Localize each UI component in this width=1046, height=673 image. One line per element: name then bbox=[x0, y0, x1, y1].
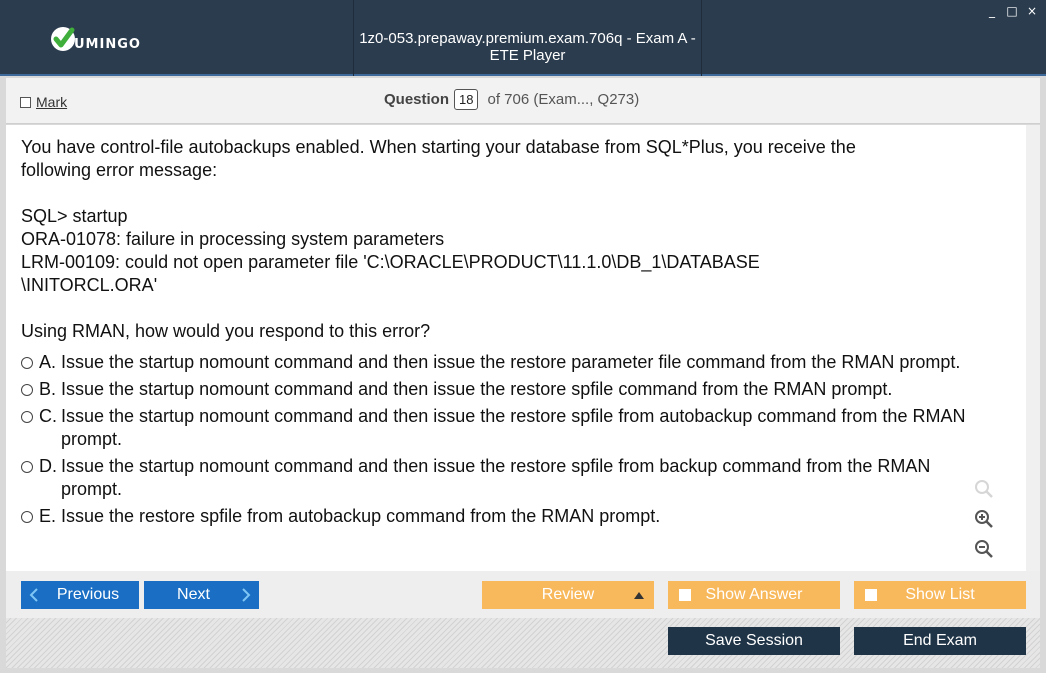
show-list-button[interactable]: Show List bbox=[854, 581, 1026, 609]
answer-option-a[interactable]: A. Issue the startup nomount command and… bbox=[21, 351, 1026, 374]
minimize-icon[interactable]: _ bbox=[986, 4, 998, 18]
maximize-icon[interactable]: □ bbox=[1006, 4, 1018, 18]
option-letter: E. bbox=[39, 506, 57, 526]
next-button[interactable]: Next bbox=[144, 581, 259, 609]
previous-label: Previous bbox=[56, 586, 120, 603]
question-total: of 706 (Exam..., Q273) bbox=[487, 91, 640, 108]
question-content: You have control-file autobackups enable… bbox=[6, 125, 1026, 571]
option-text: Issue the startup nomount command and th… bbox=[61, 379, 893, 399]
option-letter: A. bbox=[39, 352, 57, 372]
answer-option-d[interactable]: D. Issue the startup nomount command and… bbox=[21, 455, 1026, 501]
scrollbar[interactable] bbox=[1026, 125, 1040, 571]
window-title: 1z0-053.prepaway.premium.exam.706q - Exa… bbox=[359, 30, 696, 64]
option-text: Issue the startup nomount command and th… bbox=[61, 456, 931, 499]
zoom-tools bbox=[970, 476, 1000, 562]
next-label: Next bbox=[177, 586, 210, 603]
radio-button-icon[interactable] bbox=[21, 357, 33, 369]
window-controls: _ □ × bbox=[986, 4, 1038, 18]
code-line: SQL> startup bbox=[21, 206, 128, 226]
checkbox-icon[interactable] bbox=[20, 96, 31, 108]
radio-button-icon[interactable] bbox=[21, 511, 33, 523]
answer-options: A. Issue the startup nomount command and… bbox=[21, 351, 1026, 528]
option-letter: D. bbox=[39, 456, 57, 476]
title-separator bbox=[353, 0, 354, 76]
mark-label: Mark bbox=[36, 94, 68, 110]
mark-checkbox[interactable]: Mark bbox=[20, 94, 67, 110]
radio-button-icon[interactable] bbox=[21, 384, 33, 396]
question-text-line: You have control-file autobackups enable… bbox=[21, 137, 856, 157]
checkbox-icon[interactable] bbox=[865, 589, 877, 601]
checkbox-icon[interactable] bbox=[679, 589, 691, 601]
save-session-label: Save Session bbox=[705, 632, 803, 649]
title-separator bbox=[701, 0, 702, 76]
answer-option-e[interactable]: E. Issue the restore spfile from autobac… bbox=[21, 505, 1026, 528]
search-icon[interactable] bbox=[970, 476, 998, 502]
show-list-label: Show List bbox=[905, 586, 975, 603]
zoom-in-icon[interactable] bbox=[970, 506, 998, 532]
question-prompt: Using RMAN, how would you respond to thi… bbox=[21, 321, 431, 341]
option-letter: C. bbox=[39, 406, 57, 426]
option-letter: B. bbox=[39, 379, 57, 399]
review-button[interactable]: Review bbox=[482, 581, 654, 609]
end-exam-label: End Exam bbox=[903, 632, 977, 649]
question-label: Question bbox=[384, 91, 450, 108]
code-line: ORA-01078: failure in processing system … bbox=[21, 229, 445, 249]
footer-bar: Save Session End Exam bbox=[6, 618, 1040, 668]
show-answer-label: Show Answer bbox=[705, 586, 803, 603]
navigation-bar: Previous Next Review Show Answer Show Li… bbox=[6, 571, 1040, 618]
question-number-input[interactable]: 18 bbox=[454, 89, 479, 110]
chevron-right-icon bbox=[242, 588, 251, 602]
question-navigator: Question 18 of 706 (Exam..., Q273) bbox=[384, 89, 639, 110]
question-header: Mark Question 18 of 706 (Exam..., Q273) bbox=[6, 78, 1040, 124]
logo-text: UMINGO bbox=[74, 36, 141, 52]
close-icon[interactable]: × bbox=[1026, 4, 1038, 18]
save-session-button[interactable]: Save Session bbox=[668, 627, 840, 655]
app-logo: UMINGO bbox=[48, 24, 141, 54]
question-text-line: following error message: bbox=[21, 160, 218, 180]
option-text: Issue the restore spfile from autobackup… bbox=[61, 506, 661, 526]
radio-button-icon[interactable] bbox=[21, 461, 33, 473]
option-text: Issue the startup nomount command and th… bbox=[61, 406, 966, 449]
show-answer-button[interactable]: Show Answer bbox=[668, 581, 840, 609]
previous-button[interactable]: Previous bbox=[21, 581, 139, 609]
title-bar: UMINGO 1z0-053.prepaway.premium.exam.706… bbox=[0, 0, 1046, 76]
end-exam-button[interactable]: End Exam bbox=[854, 627, 1026, 655]
review-label: Review bbox=[541, 586, 595, 603]
radio-button-icon[interactable] bbox=[21, 411, 33, 423]
answer-option-c[interactable]: C. Issue the startup nomount command and… bbox=[21, 405, 1026, 451]
answer-option-b[interactable]: B. Issue the startup nomount command and… bbox=[21, 378, 1026, 401]
zoom-out-icon[interactable] bbox=[970, 536, 998, 562]
caret-up-icon bbox=[634, 592, 644, 599]
code-line: \INITORCL.ORA' bbox=[21, 275, 158, 295]
code-line: LRM-00109: could not open parameter file… bbox=[21, 252, 760, 272]
option-text: Issue the startup nomount command and th… bbox=[61, 352, 961, 372]
chevron-left-icon bbox=[29, 588, 38, 602]
